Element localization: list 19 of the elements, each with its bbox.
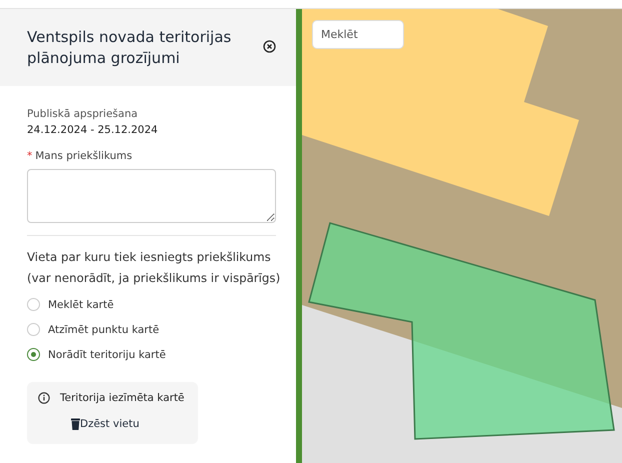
radio-label[interactable]: Atzīmēt punktu kartē (48, 324, 160, 336)
info-icon (38, 392, 50, 404)
field-label: Mans priekšlikums (35, 150, 132, 162)
required-mark: * (27, 150, 32, 162)
consultation-label: Publiskā apspriešana (27, 108, 139, 120)
info-text: Teritorija iezīmēta kartē (60, 392, 184, 404)
close-icon[interactable] (263, 40, 276, 53)
location-heading: Vieta par kuru tiek iesniegts priekšlikums (var nenorādīt, ja priekšlikums ir vispārīgs) (27, 249, 282, 287)
radio-button[interactable] (27, 298, 40, 311)
radio-label[interactable]: Meklēt kartē (48, 298, 114, 310)
radio-label[interactable]: Norādīt teritoriju kartē (48, 348, 166, 360)
trash-icon (71, 418, 80, 430)
panel-title: Ventspils novada teritorijas plānojuma grozījumi (27, 26, 232, 68)
search-field[interactable]: Meklēt (312, 20, 404, 49)
proposal-input[interactable] (27, 169, 276, 223)
radio-button[interactable] (27, 323, 40, 336)
delete-button[interactable]: Dzēst vietu (71, 418, 140, 430)
consultation-dates: 24.12.2024 - 25.12.2024 (27, 124, 159, 136)
radio-button[interactable] (27, 348, 40, 361)
